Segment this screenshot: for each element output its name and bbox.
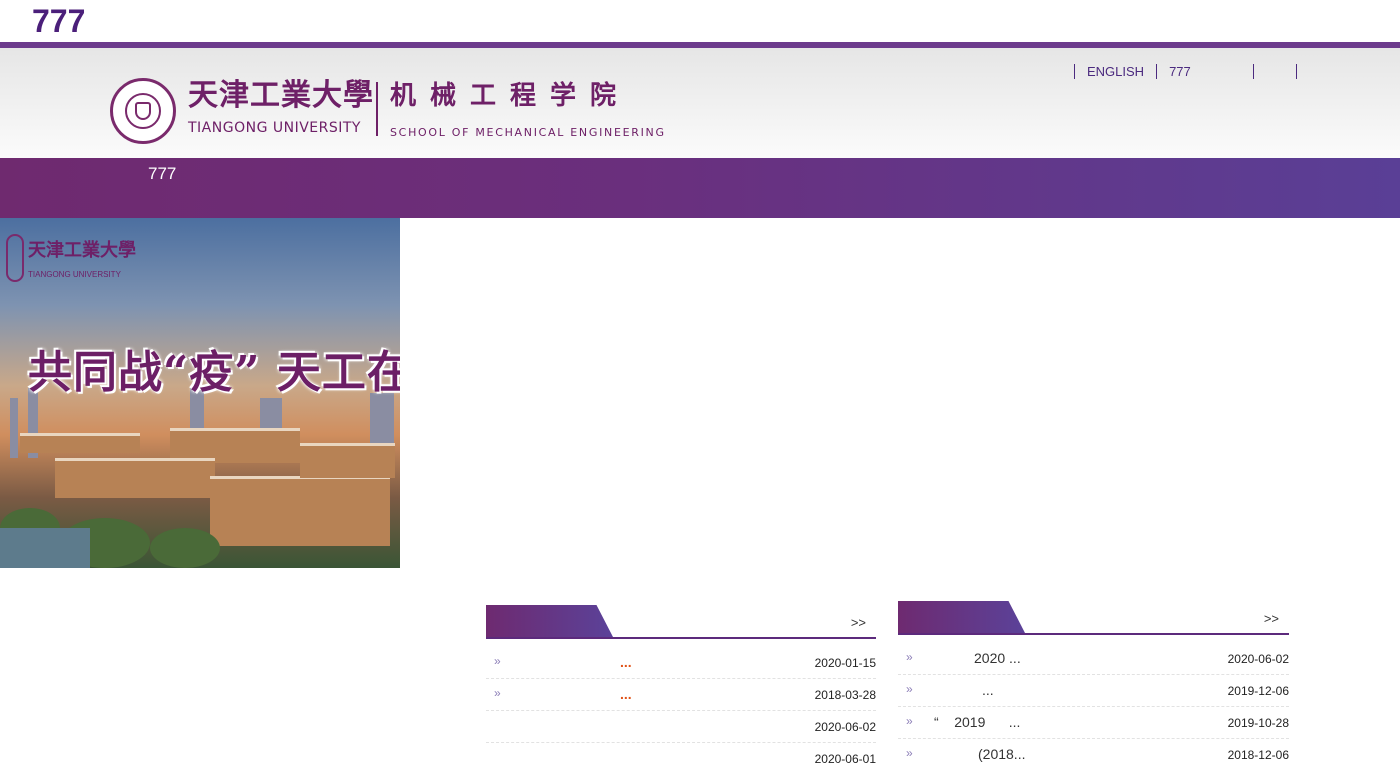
university-seal-icon	[110, 78, 176, 144]
list-item[interactable]: 2020-06-02	[486, 711, 876, 743]
banner-university-cn: 天津工業大學	[28, 240, 136, 261]
news-panel-right: >> » 2020 ... 2020-06-02 » ... 2019-12-0…	[898, 601, 1289, 768]
more-link[interactable]: >>	[851, 615, 866, 630]
item-date: 2018-12-06	[1227, 748, 1289, 762]
item-date: 2020-06-02	[1227, 652, 1289, 666]
banner-logo-icon	[6, 234, 24, 282]
item-title[interactable]: ...	[620, 654, 632, 670]
news-panel-left: >> » ... 2020-01-15 » ... 2018-03-28 202…	[486, 605, 876, 768]
list-item[interactable]: » (2018... 2018-12-06	[898, 739, 1289, 768]
chevron-right-icon: »	[906, 650, 913, 664]
chevron-right-icon: »	[906, 682, 913, 696]
chevron-right-icon: »	[494, 654, 501, 668]
item-date: 2019-10-28	[1227, 716, 1289, 730]
chevron-right-icon: »	[906, 746, 913, 760]
school-name-en: SCHOOL OF MECHANICAL ENGINEERING	[390, 126, 666, 139]
top-link-2[interactable]: 777	[1163, 64, 1247, 79]
item-date: 2020-01-15	[814, 656, 876, 670]
link-separator	[1296, 63, 1298, 79]
list-item[interactable]: » ... 2020-01-15	[486, 647, 876, 679]
chevron-right-icon: »	[494, 686, 501, 700]
hero-banner[interactable]: 天津工業大學 TIANGONG UNIVERSITY 共同战“疫” 天工在行动	[0, 218, 400, 568]
banner-university-en: TIANGONG UNIVERSITY	[28, 270, 121, 279]
item-title[interactable]: ...	[620, 686, 632, 702]
top-bar: 777	[0, 0, 1400, 42]
list-item[interactable]: 2020-06-01	[486, 743, 876, 768]
english-link[interactable]: ENGLISH	[1081, 64, 1150, 79]
top-links: ENGLISH 777	[1068, 62, 1303, 80]
panel-header: >>	[898, 601, 1289, 635]
main-nav: 777	[0, 158, 1400, 218]
item-date: 2019-12-06	[1227, 684, 1289, 698]
list-item[interactable]: » 2020 ... 2020-06-02	[898, 643, 1289, 675]
panel-tab[interactable]	[898, 601, 1025, 633]
school-name-cn: 机械工程学院	[390, 81, 631, 111]
chevron-right-icon: »	[906, 714, 913, 728]
list-item[interactable]: » “ 2019 ... 2019-10-28	[898, 707, 1289, 739]
list-item[interactable]: » ... 2019-12-06	[898, 675, 1289, 707]
news-list: » 2020 ... 2020-06-02 » ... 2019-12-06 »…	[898, 643, 1289, 768]
site-logo[interactable]: 天津工業大學 TIANGONG UNIVERSITY 机械工程学院 SCHOOL…	[110, 78, 670, 148]
link-separator	[1253, 63, 1255, 79]
more-link[interactable]: >>	[1264, 611, 1279, 626]
news-list: » ... 2020-01-15 » ... 2018-03-28 2020-0…	[486, 647, 876, 768]
item-title[interactable]: 2020 ...	[974, 650, 1021, 666]
nav-item-home[interactable]: 777	[148, 164, 176, 184]
banner-slogan: 共同战“疫” 天工在行动	[28, 347, 400, 398]
university-name-en: TIANGONG UNIVERSITY	[188, 120, 361, 136]
item-title[interactable]: (2018...	[978, 746, 1025, 762]
item-date: 2020-06-01	[814, 752, 876, 766]
item-title[interactable]: “ 2019 ...	[934, 714, 1020, 730]
list-item[interactable]: » ... 2018-03-28	[486, 679, 876, 711]
page-title: 777	[32, 3, 86, 39]
logo-divider	[376, 82, 378, 136]
link-separator	[1156, 63, 1158, 79]
item-date: 2020-06-02	[814, 720, 876, 734]
item-date: 2018-03-28	[814, 688, 876, 702]
item-title[interactable]: ...	[982, 682, 994, 698]
link-separator	[1074, 63, 1075, 79]
university-name-cn: 天津工業大學	[188, 78, 374, 113]
panel-tab[interactable]	[486, 605, 613, 637]
panel-header: >>	[486, 605, 876, 639]
site-header: 天津工業大學 TIANGONG UNIVERSITY 机械工程学院 SCHOOL…	[0, 42, 1400, 158]
